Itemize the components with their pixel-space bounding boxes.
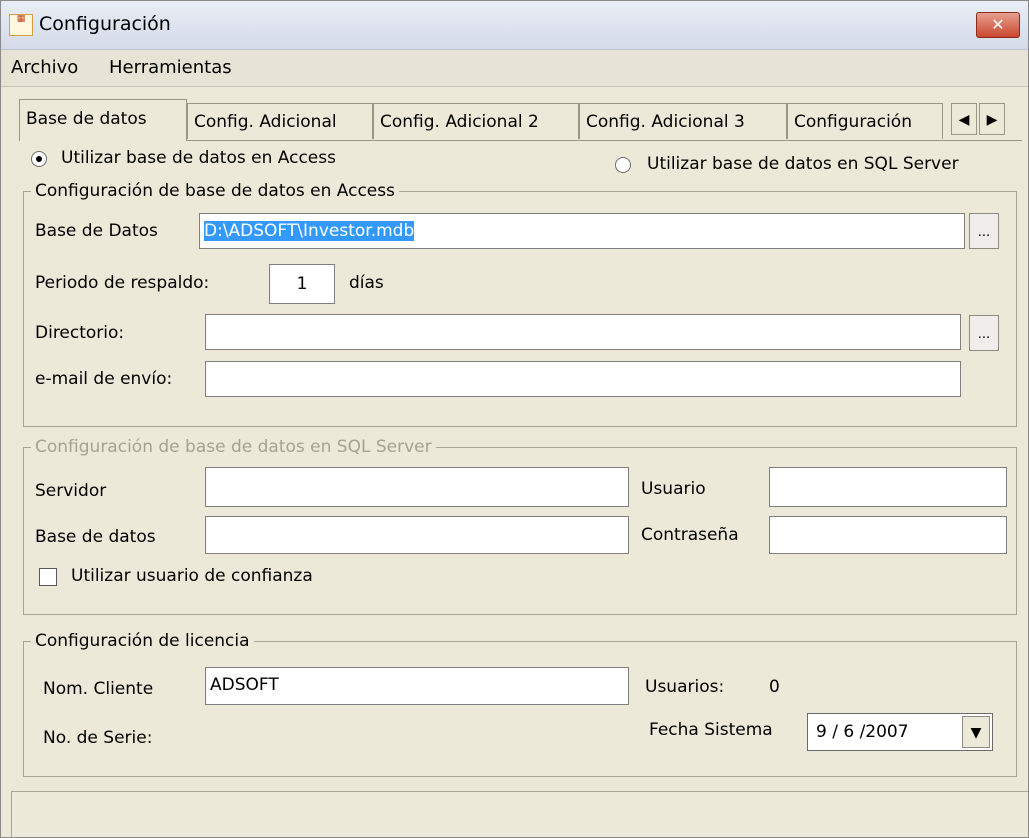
db-browse-button[interactable]: ... [969,213,999,249]
tab-config-adicional-2[interactable]: Config. Adicional 2 [373,103,579,139]
title-bar[interactable]: ▦ Configuración ✕ [1,1,1028,50]
server-label: Servidor [35,481,107,501]
menu-archivo[interactable]: Archivo [11,57,78,78]
backup-period-label: Periodo de respaldo: [35,273,210,293]
directory-browse-button[interactable]: ... [969,315,999,351]
client-input[interactable]: ADSOFT [205,667,629,705]
email-input[interactable] [205,361,961,397]
server-input[interactable] [205,467,629,507]
license-config-group [23,641,1017,777]
backup-period-input[interactable]: 1 [269,264,335,304]
access-group-legend: Configuración de base de datos en Access [31,181,399,201]
radio-selected-dot [36,156,42,162]
serial-label: No. de Serie: [43,728,153,748]
directory-label: Directorio: [35,323,125,343]
system-date-picker[interactable]: 9 / 6 /2007 ▼ [807,713,993,751]
tab-base-de-datos[interactable]: Base de datos [19,99,187,141]
db-path-input[interactable]: D:\ADSOFT\Investor.mdb [199,213,965,249]
chevron-down-icon[interactable]: ▼ [962,716,990,748]
password-label: Contraseña [641,525,739,545]
db-path-label: Base de Datos [35,221,158,241]
tab-scroll-left-icon[interactable]: ◀ [951,103,977,135]
config-window: ▦ Configuración ✕ Archivo Herramientas B… [0,0,1029,838]
app-icon: ▦ [9,14,33,36]
database-input[interactable] [205,516,629,554]
password-input[interactable] [769,516,1007,554]
menu-herramientas[interactable]: Herramientas [109,57,232,78]
tab-scroll-right-icon[interactable]: ▶ [979,103,1005,135]
menu-bar: Archivo Herramientas [1,50,1028,87]
sql-group-legend: Configuración de base de datos en SQL Se… [31,437,436,457]
user-label: Usuario [641,479,706,499]
tab-configuracion[interactable]: Configuración [787,103,943,139]
date-label: Fecha Sistema [649,720,773,740]
trusted-user-checkbox[interactable] [39,568,57,586]
db-path-value: D:\ADSOFT\Investor.mdb [204,221,415,241]
close-button[interactable]: ✕ [976,12,1020,38]
tab-config-adicional-3[interactable]: Config. Adicional 3 [579,103,787,139]
client-label: Nom. Cliente [43,679,154,699]
window-title: Configuración [39,13,171,35]
backup-unit-label: días [349,273,384,293]
system-date-value: 9 / 6 /2007 [816,722,909,742]
directory-input[interactable] [205,314,961,350]
status-bar [11,791,1028,837]
radio-sql-server-label: Utilizar base de datos en SQL Server [647,154,959,174]
users-label: Usuarios: [645,677,725,697]
email-label: e-mail de envío: [35,369,173,389]
radio-sql-server[interactable] [615,157,631,173]
radio-access-label: Utilizar base de datos en Access [61,148,336,168]
database-label: Base de datos [35,527,156,547]
users-value: 0 [769,677,780,697]
tab-config-adicional[interactable]: Config. Adicional [187,103,373,139]
license-group-legend: Configuración de licencia [31,631,254,651]
user-input[interactable] [769,467,1007,507]
radio-access[interactable] [31,151,47,167]
trusted-user-label: Utilizar usuario de confianza [71,566,313,586]
